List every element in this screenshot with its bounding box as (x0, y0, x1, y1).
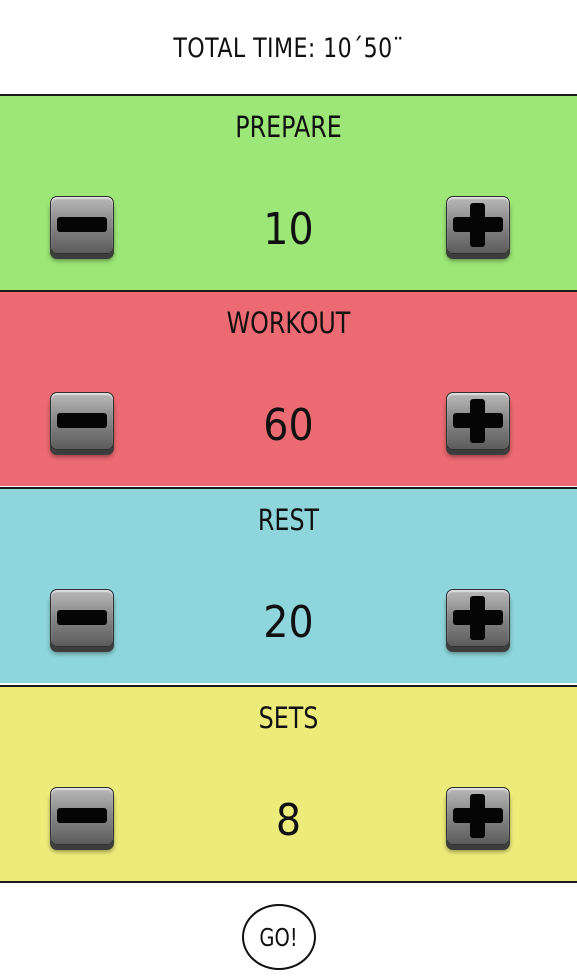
sets-section: SETS 8 (0, 685, 577, 883)
sets-title: SETS (258, 701, 319, 735)
go-button[interactable]: GO! (242, 904, 316, 970)
prepare-section: PREPARE 10 (0, 94, 577, 290)
prepare-title: PREPARE (235, 110, 342, 144)
footer: GO! (0, 884, 577, 976)
sets-increment-button[interactable] (446, 787, 510, 845)
prepare-increment-button[interactable] (446, 196, 510, 254)
rest-title: REST (257, 503, 320, 537)
rest-section: REST 20 (0, 487, 577, 683)
workout-title: WORKOUT (226, 306, 351, 340)
total-time-label: TOTAL TIME: 10´50¨ (173, 32, 404, 64)
total-time-header: TOTAL TIME: 10´50¨ (0, 0, 577, 96)
go-label: GO! (259, 922, 299, 952)
workout-section: WORKOUT 60 (0, 290, 577, 486)
rest-increment-button[interactable] (446, 589, 510, 647)
workout-increment-button[interactable] (446, 392, 510, 450)
